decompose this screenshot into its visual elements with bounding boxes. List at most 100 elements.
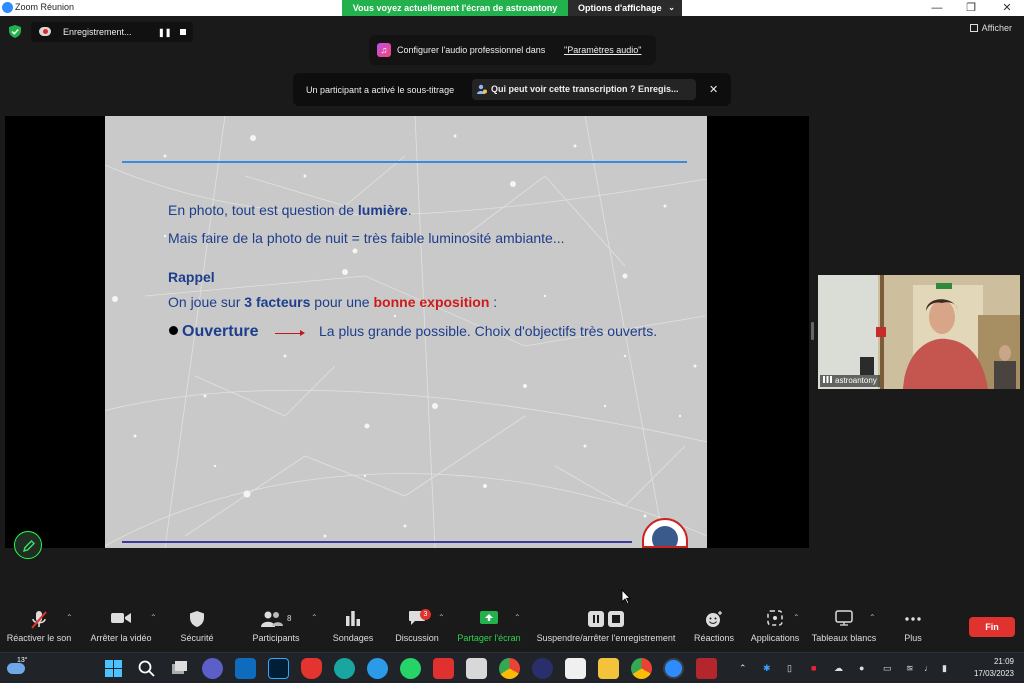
polls-icon — [346, 611, 360, 626]
k-app-icon[interactable] — [466, 658, 487, 679]
security-shield-icon — [190, 611, 204, 627]
speedtest-icon[interactable] — [367, 658, 388, 679]
pause-stop-recording-icon — [588, 611, 624, 627]
chat-button[interactable]: 3 Discussion ⌃ — [392, 604, 445, 650]
edge-browser-icon[interactable] — [334, 658, 355, 679]
slide-rappel-heading: Rappel — [168, 269, 215, 285]
bluetooth-icon[interactable]: ✱ — [763, 663, 771, 674]
weather-widget[interactable]: 13° — [7, 657, 28, 677]
stop-video-button[interactable]: Arrêter la vidéo ⌃ — [86, 604, 157, 650]
viewing-share-banner: Vous voyez actuellement l'écran de astro… — [342, 0, 568, 16]
close-window-icon[interactable]: ✕ — [990, 0, 1024, 16]
clock-date: 17/03/2023 — [973, 669, 1014, 678]
audio-settings-banner: ♫ Configurer l'audio professionnel dans … — [369, 35, 656, 65]
restore-icon[interactable]: ❐ — [954, 0, 988, 16]
security-button[interactable]: Sécurité — [170, 604, 224, 650]
chevron-up-icon[interactable]: ⌃ — [66, 613, 73, 622]
chevron-up-icon[interactable]: ⌃ — [514, 613, 521, 622]
outlook-icon[interactable] — [235, 658, 256, 679]
share-screen-button[interactable]: Partager l'écran ⌃ — [456, 604, 522, 650]
weather-icon — [7, 663, 25, 674]
red-app-icon[interactable] — [696, 658, 717, 679]
reactions-button[interactable]: Réactions — [692, 604, 736, 650]
start-menu-icon[interactable] — [103, 658, 124, 679]
participants-button[interactable]: 8 Participants ⌃ — [247, 604, 318, 650]
slide-line-2: Mais faire de la photo de nuit = très fa… — [168, 230, 565, 246]
panel-resize-handle[interactable] — [811, 322, 814, 340]
chrome-icon[interactable] — [499, 658, 520, 679]
task-view-icon[interactable] — [169, 658, 190, 679]
battery-icon[interactable]: ▮ — [942, 663, 947, 674]
cloud-record-icon — [39, 27, 51, 36]
apps-button[interactable]: Applications ⌃ — [748, 604, 802, 650]
chevron-up-icon[interactable]: ⌃ — [438, 613, 445, 622]
audio-settings-link[interactable]: "Paramètres audio" — [564, 45, 641, 55]
photoshop-icon[interactable] — [268, 658, 289, 679]
system-clock[interactable]: 21:09 17/03/2023 — [966, 656, 1014, 680]
tray-overflow-icon[interactable]: ⌃ — [739, 663, 747, 674]
mouse-cursor — [621, 589, 631, 605]
teams-chat-icon[interactable] — [202, 658, 223, 679]
end-meeting-button[interactable]: Fin — [969, 617, 1015, 637]
music-note-icon: ♫ — [377, 43, 391, 57]
chevron-up-icon[interactable]: ⌃ — [869, 613, 876, 622]
chevron-up-icon[interactable]: ⌃ — [150, 613, 157, 622]
slide-bullet-text: La plus grande possible. Choix d'objecti… — [319, 323, 658, 339]
title-bar: Zoom Réunion Vous voyez actuellement l'é… — [0, 0, 1024, 16]
muted-mic-icon — [31, 611, 47, 629]
antivirus-tray-icon[interactable]: ■ — [811, 663, 816, 673]
file-explorer-icon[interactable] — [598, 658, 619, 679]
chevron-down-icon: ⌄ — [668, 3, 675, 12]
slide-line-1: En photo, tout est question de lumière. — [168, 202, 412, 218]
participant-video-tile[interactable]: astroantony — [818, 275, 1020, 389]
slide-bullet-term: Ouverture — [182, 323, 259, 340]
whiteboards-button[interactable]: Tableaux blancs ⌃ — [810, 604, 878, 650]
slide-bottom-rule — [122, 541, 632, 543]
chrome-profile-icon[interactable] — [631, 658, 652, 679]
shield-app-icon[interactable] — [301, 658, 322, 679]
meeting-toolbar: Réactiver le son ⌃ Arrêter la vidéo ⌃ Sé… — [0, 604, 1024, 652]
weather-temperature: 13° — [17, 657, 28, 664]
view-icon — [969, 24, 978, 32]
whiteboard-icon — [835, 610, 853, 626]
close-icon[interactable]: ✕ — [709, 83, 718, 96]
stop-recording-icon[interactable] — [180, 29, 186, 35]
microphone-tray-icon[interactable]: ● — [859, 663, 864, 673]
annotate-button[interactable] — [14, 531, 42, 559]
zoom-taskbar-icon[interactable] — [663, 658, 684, 679]
presentation-slide: En photo, tout est question de lumière. … — [105, 116, 707, 548]
snipping-tool-icon[interactable] — [565, 658, 586, 679]
search-icon[interactable] — [136, 658, 157, 679]
view-options-button[interactable]: Options d'affichage ⌄ — [568, 0, 682, 16]
person-icon — [477, 84, 487, 94]
chevron-up-icon[interactable]: ⌃ — [793, 613, 800, 622]
reactions-icon — [706, 611, 722, 627]
b-app-icon[interactable] — [433, 658, 454, 679]
shared-screen: En photo, tout est question de lumière. … — [5, 116, 809, 548]
volume-muted-icon[interactable]: ♩ — [924, 663, 933, 673]
usb-icon[interactable]: ▯ — [787, 663, 792, 674]
more-button[interactable]: Plus — [894, 604, 932, 650]
minimize-icon[interactable]: — — [920, 0, 954, 16]
slide-top-rule — [122, 161, 687, 163]
transcript-visibility-button[interactable]: Qui peut voir cette transcription ? Enre… — [472, 79, 696, 100]
pencil-icon — [22, 540, 35, 553]
pause-stop-recording-button[interactable]: Suspendre/arrêter l'enregistrement — [532, 604, 680, 650]
chevron-up-icon[interactable]: ⌃ — [311, 613, 318, 622]
clock-time: 21:09 — [993, 657, 1014, 666]
wifi-icon[interactable]: ≊ — [906, 663, 914, 674]
window-title: Zoom Réunion — [15, 2, 75, 12]
show-button[interactable]: Afficher — [969, 23, 1012, 33]
tablet-icon[interactable]: ▭ — [883, 663, 892, 674]
recording-indicator: Enregistrement... ❚❚ — [31, 22, 193, 42]
unmute-button[interactable]: Réactiver le son ⌃ — [4, 604, 74, 650]
participants-icon — [261, 611, 283, 627]
arrow-right-icon — [275, 330, 305, 336]
polls-button[interactable]: Sondages — [328, 604, 378, 650]
shield-icon[interactable] — [9, 25, 21, 38]
astronomy-app-icon[interactable] — [532, 658, 553, 679]
onedrive-icon[interactable]: ☁ — [834, 663, 843, 674]
whatsapp-icon[interactable] — [400, 658, 421, 679]
pause-recording-icon[interactable]: ❚❚ — [158, 28, 171, 37]
slide-line-3: On joue sur 3 facteurs pour une bonne ex… — [168, 294, 498, 310]
